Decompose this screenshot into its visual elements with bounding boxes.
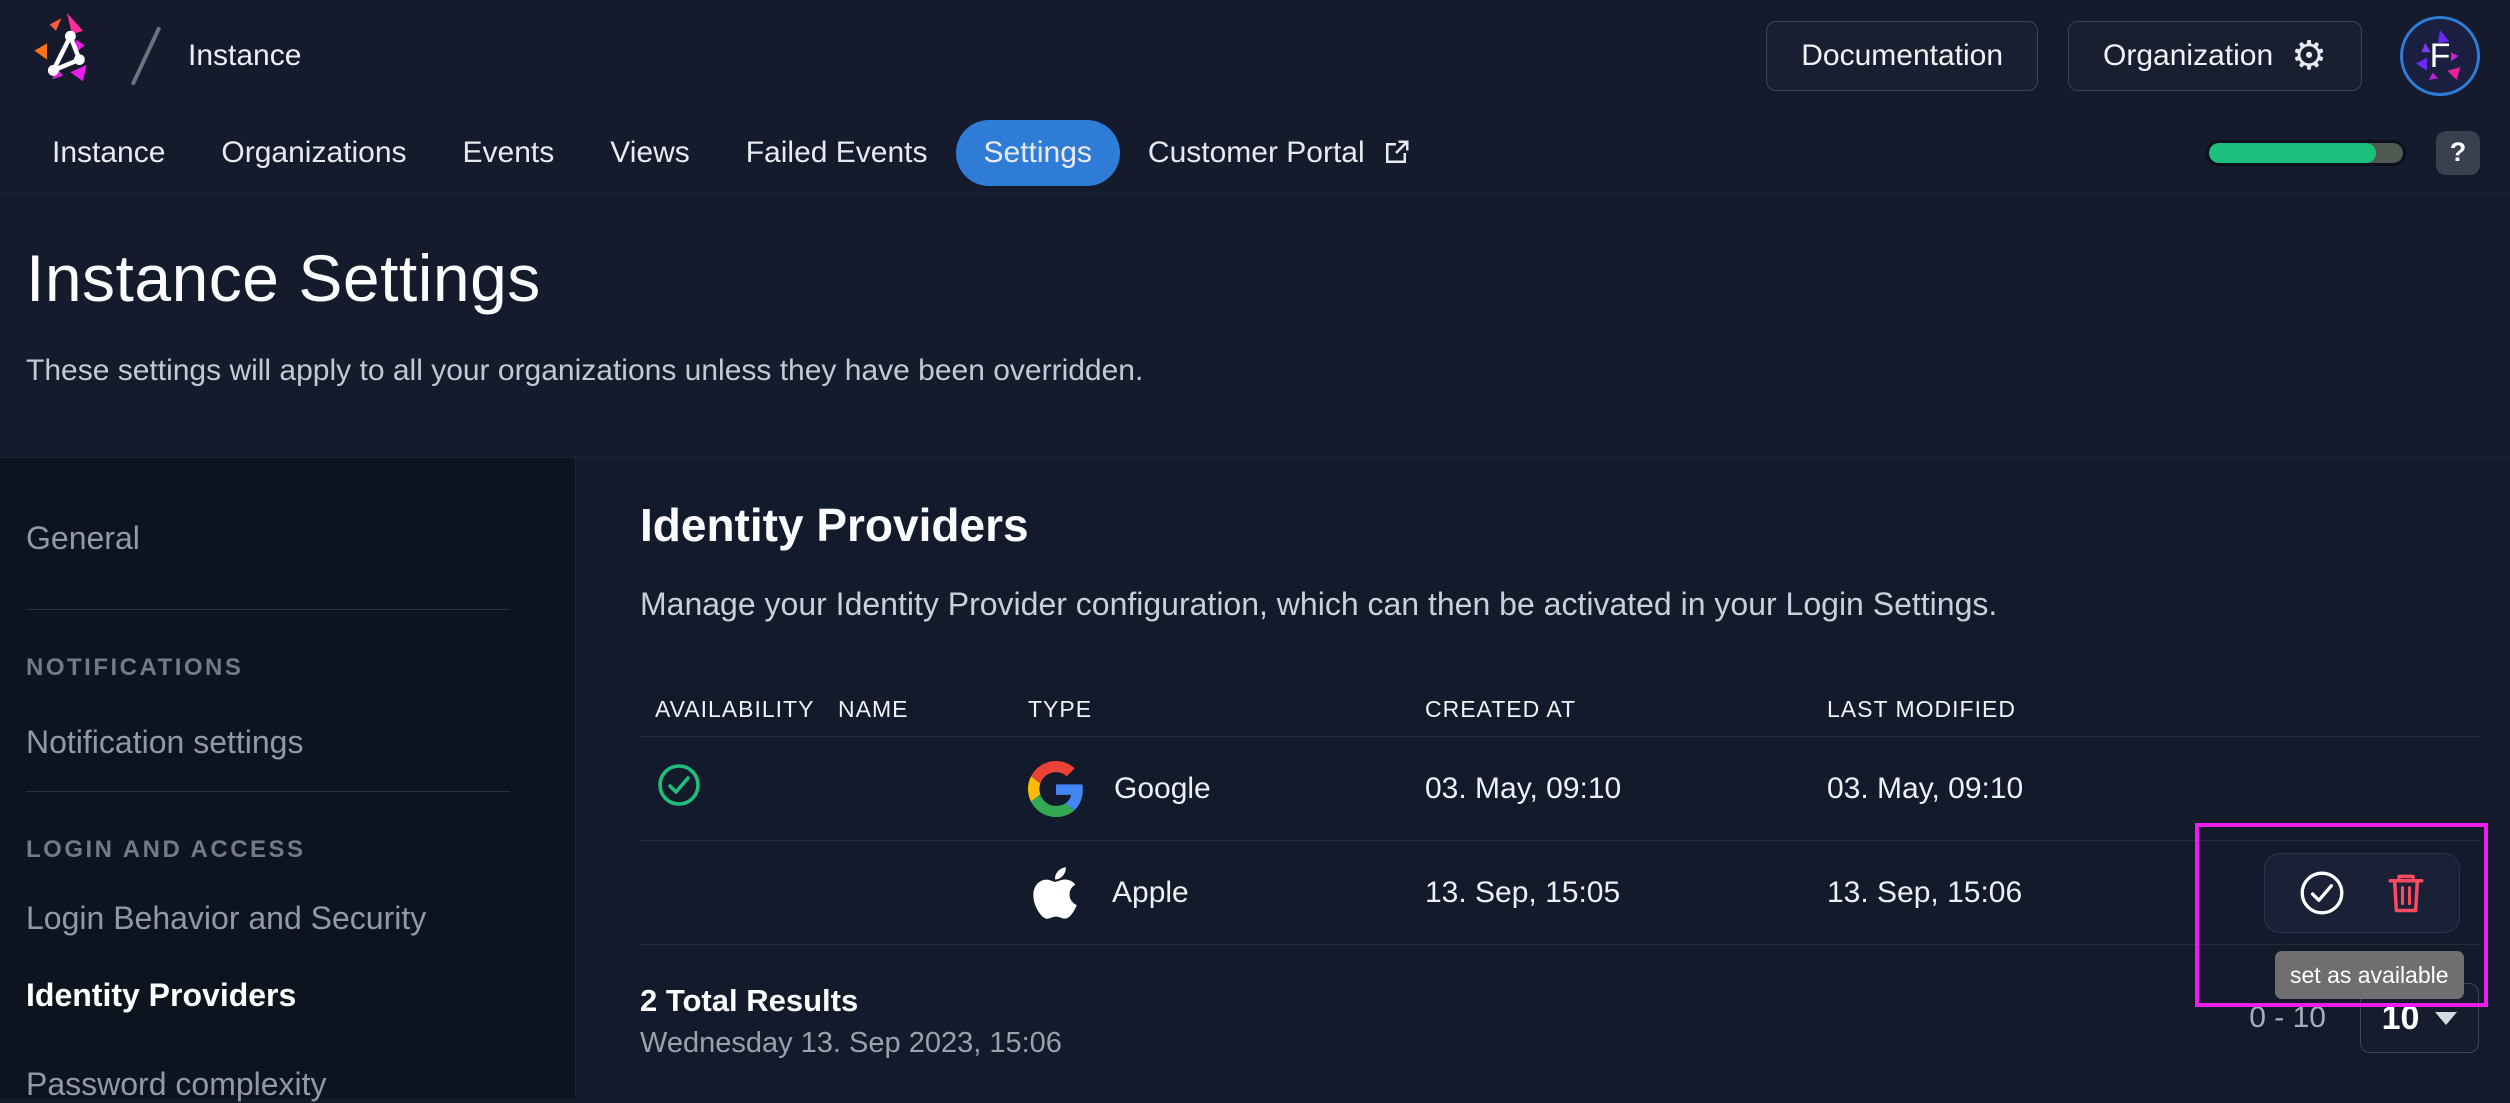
table-row-apple[interactable]: Apple 13. Sep, 15:05 13. Sep, 15:06 [640,841,2480,945]
col-last-modified: LAST MODIFIED [1827,696,2016,722]
organization-label: Organization [2103,39,2274,72]
page-size-value: 10 [2381,998,2420,1037]
zitadel-logo[interactable] [20,7,110,105]
page-range: 0 - 10 [2249,1001,2326,1034]
settings-sidebar: General NOTIFICATIONS Notification setti… [0,458,576,1102]
cell-created-at: 13. Sep, 15:05 [1425,875,1621,909]
top-band: Instance Documentation Organization ⚙ F [0,0,2510,458]
organization-button[interactable]: Organization ⚙ [2068,21,2362,91]
sidebar-divider [26,609,510,610]
delete-button[interactable] [2385,870,2427,916]
documentation-label: Documentation [1801,39,2004,72]
sidebar-divider [26,791,510,792]
help-button[interactable]: ? [2436,130,2480,175]
cell-type: Google [1114,771,1211,805]
sidebar-group-notifications: NOTIFICATIONS [26,654,244,681]
usage-quota-fill [2209,142,2376,163]
page-title: Instance Settings [26,241,541,315]
table-header: AVAILABILITY NAME TYPE CREATED AT LAST M… [640,683,2480,737]
tab-bar: Instance Organizations Events Views Fail… [0,112,2510,194]
documentation-button[interactable]: Documentation [1766,21,2039,91]
set-as-available-tooltip: set as available [2275,951,2464,999]
tab-views[interactable]: Views [582,120,717,186]
gear-icon: ⚙ [2291,34,2327,78]
breadcrumb: Instance [188,39,302,72]
avatar[interactable]: F [2400,16,2480,96]
avatar-letter: F [2429,36,2451,75]
cell-last-modified: 03. May, 09:10 [1827,771,2024,805]
tab-settings[interactable]: Settings [955,119,1120,186]
tab-customer-portal[interactable]: Customer Portal [1120,120,1439,186]
identity-providers-table: AVAILABILITY NAME TYPE CREATED AT LAST M… [640,683,2480,945]
google-icon [1028,760,1083,817]
col-type: TYPE [1028,696,1093,722]
app-header: Instance Documentation Organization ⚙ F [0,0,2510,112]
row-actions-panel [2264,852,2460,933]
col-availability: AVAILABILITY [655,696,815,722]
table-footer: 2 Total Results Wednesday 13. Sep 2023, … [640,983,2480,1060]
chevron-down-icon [2435,1011,2458,1025]
available-check-icon [658,763,700,806]
total-results: 2 Total Results [640,983,859,1018]
set-available-button[interactable] [2297,868,2347,918]
page-subtitle: These settings will apply to all your or… [26,354,1144,387]
section-description: Manage your Identity Provider configurat… [640,586,1998,622]
section-title: Identity Providers [640,499,1029,551]
footer-timestamp: Wednesday 13. Sep 2023, 15:06 [640,1027,1062,1059]
usage-quota-bar [2206,139,2406,166]
col-created-at: CREATED AT [1425,696,1576,722]
external-link-icon [1385,140,1409,163]
col-name: NAME [838,696,909,722]
sidebar-item-notification-settings[interactable]: Notification settings [26,724,535,761]
sidebar-item-password-complexity[interactable]: Password complexity [26,1066,535,1103]
sidebar-item-login-behavior[interactable]: Login Behavior and Security [26,900,535,937]
main-panel: Identity Providers Manage your Identity … [576,458,2510,1098]
sidebar-item-identity-providers[interactable]: Identity Providers [26,977,535,1014]
title-band: Instance Settings These settings will ap… [0,194,2510,458]
tab-organizations[interactable]: Organizations [193,120,434,186]
tab-events[interactable]: Events [435,120,583,186]
cell-created-at: 03. May, 09:10 [1425,771,1622,805]
apple-icon [1033,866,1077,919]
tab-failed-events[interactable]: Failed Events [718,120,956,186]
cell-type: Apple [1112,875,1189,909]
tab-instance[interactable]: Instance [24,120,193,186]
table-row-google[interactable]: Google 03. May, 09:10 03. May, 09:10 [640,737,2480,841]
sidebar-item-general[interactable]: General [26,520,535,557]
breadcrumb-separator [130,26,162,86]
cell-last-modified: 13. Sep, 15:06 [1827,875,2023,909]
sidebar-group-login-and-access: LOGIN AND ACCESS [26,836,306,863]
